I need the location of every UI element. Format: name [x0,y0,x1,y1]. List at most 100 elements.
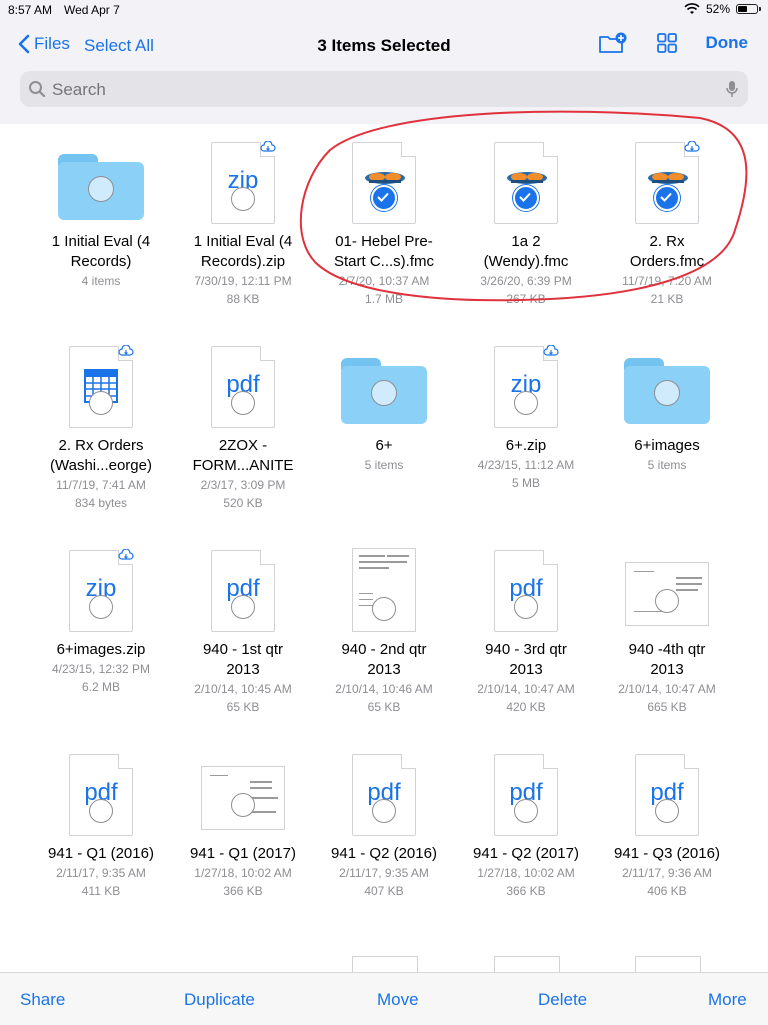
selection-circle[interactable] [372,597,396,621]
file-name: 6+ [375,437,393,454]
file-meta: 5 items [364,458,404,472]
file-item-pdf[interactable]: pdf 941 - Q2 (2016) 2/11/17, 9:35 AM 407… [313,748,455,900]
file-date: 4/23/15, 12:32 PM [51,662,151,676]
selection-circle[interactable] [514,595,538,619]
file-size: 6.2 MB [81,680,120,694]
more-button[interactable]: More [708,990,747,1010]
file-date: 2/10/14, 10:45 AM [194,682,292,696]
cloud-download-icon [260,141,276,152]
file-item-pdf[interactable]: pdf 940 - 3rd qtr 2013 2/10/14, 10:47 AM … [455,544,597,716]
done-button[interactable]: Done [706,33,749,53]
file-item-document[interactable]: 940 - 2nd qtr 2013 2/10/14, 10:46 AM 65 K… [313,544,455,716]
wifi-icon [684,3,700,14]
file-size: 520 KB [223,496,263,510]
file-item-zip[interactable]: zip 1 Initial Eval (4 Records).zip 7/30/1… [172,136,314,308]
fmc-thumbnail [455,136,597,226]
file-meta: 5 items [647,458,687,472]
pdf-thumbnail: pdf [455,544,597,634]
selection-circle[interactable] [231,391,255,415]
file-item-pdf[interactable]: pdf 941 - Q1 (2016) 2/11/17, 9:35 AM 411… [30,748,172,900]
file-date: 2/10/14, 10:47 AM [618,682,716,696]
file-name: 01- Hebel Pre- Start C...s).fmc [333,233,434,270]
selection-circle[interactable] [89,391,113,415]
selection-checkmark[interactable] [513,185,539,211]
new-folder-icon[interactable] [598,32,628,54]
file-size: 366 KB [506,884,546,898]
document-preview [313,544,455,634]
status-right: 52% [684,2,761,16]
selection-circle[interactable] [654,380,680,406]
spreadsheet-thumbnail [30,340,172,430]
selection-circle[interactable] [89,595,113,619]
file-item-folder[interactable]: 6+ 5 items [313,340,455,474]
fmc-thumbnail [596,136,738,226]
file-meta: 4 items [81,274,121,288]
file-size: 407 KB [364,884,404,898]
microphone-icon[interactable] [726,80,738,98]
checkmark-icon [519,192,531,202]
folder-icon [58,154,144,220]
file-date: 2/11/17, 9:36 AM [622,866,712,880]
selection-circle[interactable] [514,391,538,415]
file-item-folder[interactable]: 1 Initial Eval (4 Records) 4 items [30,136,172,290]
status-date: Wed Apr 7 [64,3,120,17]
fmc-file-icon [352,142,416,224]
file-name: 940 - 2nd qtr 2013 [341,641,427,678]
file-date: 2/10/14, 10:47 AM [477,682,575,696]
file-size: 411 KB [81,884,121,898]
folder-thumbnail [313,340,455,430]
selection-circle[interactable] [88,176,114,202]
document-page-icon [625,562,709,626]
file-date: 2/11/17, 9:35 AM [56,866,146,880]
selection-circle[interactable] [655,589,679,613]
delete-button[interactable]: Delete [538,990,587,1010]
pdf-file-icon: pdf [494,550,558,632]
selection-checkmark[interactable] [654,185,680,211]
file-item-fmc[interactable]: 01- Hebel Pre- Start C...s).fmc 2/7/20, 1… [313,136,455,308]
folder-icon [624,358,710,424]
zip-file-icon: zip [494,345,559,428]
file-item-spreadsheet[interactable]: 2. Rx Orders (Washi...eorge) 11/7/19, 7:4… [30,340,172,512]
battery-percent: 52% [705,2,730,16]
file-item-fmc[interactable]: 2. Rx Orders.fmc 11/7/19, 7:20 AM 21 KB [596,136,738,308]
file-size: 665 KB [647,700,687,714]
selection-circle[interactable] [655,799,679,823]
file-date: 2/7/20, 10:37 AM [338,274,430,288]
file-item-document[interactable]: 941 - Q1 (2017) 1/27/18, 10:02 AM 366 KB [172,748,314,900]
selection-circle[interactable] [371,380,397,406]
selection-circle[interactable] [231,595,255,619]
fmc-thumbnail [313,136,455,226]
selection-circle[interactable] [231,793,255,817]
file-item-pdf[interactable]: pdf 2ZOX - FORM...ANITE 2/3/17, 3:09 PM 5… [172,340,314,512]
selection-checkmark[interactable] [371,185,397,211]
file-name: 940 - 1st qtr 2013 [202,641,284,678]
file-item-zip[interactable]: zip 6+images.zip 4/23/15, 12:32 PM 6.2 M… [30,544,172,696]
file-item-pdf[interactable]: pdf 941 - Q3 (2016) 2/11/17, 9:36 AM 406… [596,748,738,900]
file-name: 941 - Q2 (2016) [331,845,437,862]
selection-circle[interactable] [89,799,113,823]
pdf-thumbnail: pdf [455,748,597,838]
selection-circle[interactable] [372,799,396,823]
file-item-zip[interactable]: zip 6+.zip 4/23/15, 11:12 AM 5 MB [455,340,597,492]
cloud-download-icon [684,141,700,152]
pdf-file-icon: pdf [494,754,558,836]
file-item-pdf[interactable]: pdf 941 - Q2 (2017) 1/27/18, 10:02 AM 36… [455,748,597,900]
folder-icon [341,358,427,424]
file-item-folder[interactable]: 6+images 5 items [596,340,738,474]
fmc-file-icon [494,142,558,224]
file-item-fmc[interactable]: 1a 2 (Wendy).fmc 3/26/20, 6:39 PM 267 KB [455,136,597,308]
selection-circle[interactable] [514,799,538,823]
move-button[interactable]: Move [377,990,419,1010]
share-button[interactable]: Share [20,990,65,1010]
status-bar: 8:57 AM Wed Apr 7 52% [0,0,768,20]
checkmark-icon [660,192,672,202]
grid-view-icon[interactable] [656,32,678,54]
file-item-document[interactable]: 940 -4th qtr 2013 2/10/14, 10:47 AM 665 K… [596,544,738,716]
file-size: 406 KB [647,884,687,898]
file-item-pdf[interactable]: pdf 940 - 1st qtr 2013 2/10/14, 10:45 AM … [172,544,314,716]
search-input[interactable] [50,77,694,103]
duplicate-button[interactable]: Duplicate [184,990,255,1010]
selection-circle[interactable] [231,187,255,211]
zip-thumbnail: zip [172,136,314,226]
pdf-thumbnail: pdf [30,748,172,838]
